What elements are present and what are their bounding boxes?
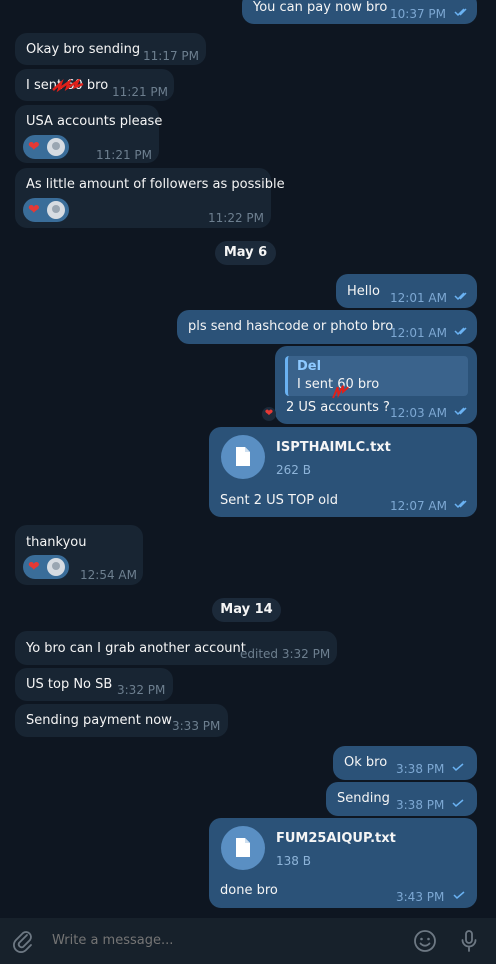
file-size: 138 B [276, 854, 311, 868]
incoming-message[interactable]: thankyou ❤ 12:54 AM [15, 525, 143, 585]
date-separator: May 14 [212, 598, 281, 622]
heart-reaction-icon: ❤ [28, 139, 40, 155]
message-text: As little amount of followers as possibl… [26, 177, 285, 192]
outgoing-file-message[interactable]: ISPTHAIMLC.txt 262 B Sent 2 US TOP old 1… [209, 427, 477, 517]
message-time: 3:38 PM [396, 762, 445, 776]
message-text: done bro [220, 883, 278, 898]
read-ticks-icon [454, 500, 467, 509]
read-ticks-icon [454, 8, 467, 17]
message-text: 2 US accounts ? [286, 400, 390, 415]
incoming-message[interactable]: As little amount of followers as possibl… [15, 168, 285, 228]
attach-paperclip-icon[interactable] [11, 929, 35, 953]
date-separator: May 6 [215, 241, 276, 265]
message-input[interactable] [50, 932, 384, 949]
reaction-chip[interactable]: ❤ [23, 198, 69, 222]
message-time: 12:03 AM [390, 406, 447, 420]
message-text: pls send hashcode or photo bro [188, 319, 394, 334]
incoming-message[interactable]: I sent 60 bro 11:21 PM [15, 69, 174, 101]
reactor-avatar [47, 201, 65, 219]
document-icon [236, 838, 250, 857]
redaction-scribble [52, 79, 84, 93]
message-text: You can pay now bro [253, 0, 388, 15]
heart-reaction-icon: ❤ [28, 559, 40, 575]
message-time: 12:07 AM [390, 499, 447, 513]
incoming-message[interactable]: Yo bro can I grab another account edited… [15, 631, 337, 665]
document-icon [236, 447, 250, 466]
emoji-icon[interactable] [413, 929, 437, 953]
message-time: 11:22 PM [208, 211, 264, 225]
message-text: Sent 2 US TOP old [220, 493, 338, 508]
sent-tick-icon [452, 763, 464, 772]
message-text: Sending [337, 791, 390, 806]
incoming-message[interactable]: Sending payment now 3:33 PM [15, 704, 228, 737]
incoming-message[interactable]: USA accounts please ❤ 11:21 PM [15, 105, 163, 163]
microphone-icon[interactable] [457, 929, 481, 953]
message-time: 3:43 PM [396, 890, 445, 904]
message-time: 3:33 PM [172, 719, 221, 733]
message-time: 12:01 AM [390, 291, 447, 305]
file-name[interactable]: ISPTHAIMLC.txt [276, 440, 391, 456]
message-time: 10:37 PM [390, 7, 446, 21]
message-time: edited 3:32 PM [240, 647, 331, 661]
outgoing-file-message[interactable]: FUM25AIQUP.txt 138 B done bro 3:43 PM [209, 818, 477, 908]
reply-quote[interactable]: Del I sent 60 bro [285, 356, 468, 399]
message-input-bar [0, 918, 496, 964]
reactor-avatar [47, 138, 65, 156]
file-download-button[interactable] [221, 435, 265, 479]
outgoing-message[interactable]: You can pay now bro 10:37 PM [242, 0, 477, 24]
message-time: 11:21 PM [112, 85, 168, 99]
chat-history[interactable]: You can pay now bro 10:37 PM Okay bro se… [0, 0, 496, 918]
message-text: Hello [347, 284, 380, 299]
file-name[interactable]: FUM25AIQUP.txt [276, 831, 396, 847]
file-size: 262 B [276, 463, 311, 477]
incoming-message[interactable]: US top No SB 3:32 PM [15, 668, 173, 701]
message-time: 3:38 PM [396, 798, 445, 812]
sent-tick-icon [452, 799, 464, 808]
reactor-avatar [47, 558, 65, 576]
incoming-message[interactable]: Okay bro sending 11:17 PM [15, 33, 206, 65]
message-text: US top No SB [26, 677, 113, 692]
outgoing-message[interactable]: Ok bro 3:38 PM [333, 746, 477, 780]
message-time: 11:17 PM [143, 49, 199, 63]
message-time: 11:21 PM [96, 148, 152, 162]
message-text: USA accounts please [26, 114, 163, 129]
heart-reaction-icon: ❤ [28, 202, 40, 218]
message-time: 12:01 AM [390, 326, 447, 340]
reply-sender-name: Del [297, 359, 322, 374]
reaction-chip[interactable]: ❤ [23, 135, 69, 159]
message-text: thankyou [26, 535, 87, 550]
redaction-scribble [332, 385, 349, 399]
sent-tick-icon [453, 891, 465, 900]
read-ticks-icon [454, 292, 467, 301]
message-reaction-heart-icon[interactable]: ❤ [262, 407, 276, 421]
message-text: Yo bro can I grab another account [26, 641, 246, 656]
outgoing-message[interactable]: Hello 12:01 AM [336, 274, 477, 308]
message-text: Ok bro [344, 755, 388, 770]
outgoing-message[interactable]: Sending 3:38 PM [326, 782, 477, 816]
outgoing-reply-message[interactable]: Del I sent 60 bro 2 US accounts ? 12:03 … [275, 346, 477, 424]
message-text: Sending payment now [26, 713, 172, 728]
outgoing-message[interactable]: pls send hashcode or photo bro 12:01 AM [177, 310, 477, 344]
reaction-chip[interactable]: ❤ [23, 555, 69, 579]
message-time: 3:32 PM [117, 683, 166, 697]
read-ticks-icon [454, 327, 467, 336]
message-text: Okay bro sending [26, 42, 141, 57]
message-time: 12:54 AM [80, 568, 137, 582]
read-ticks-icon [454, 407, 467, 416]
file-download-button[interactable] [221, 826, 265, 870]
